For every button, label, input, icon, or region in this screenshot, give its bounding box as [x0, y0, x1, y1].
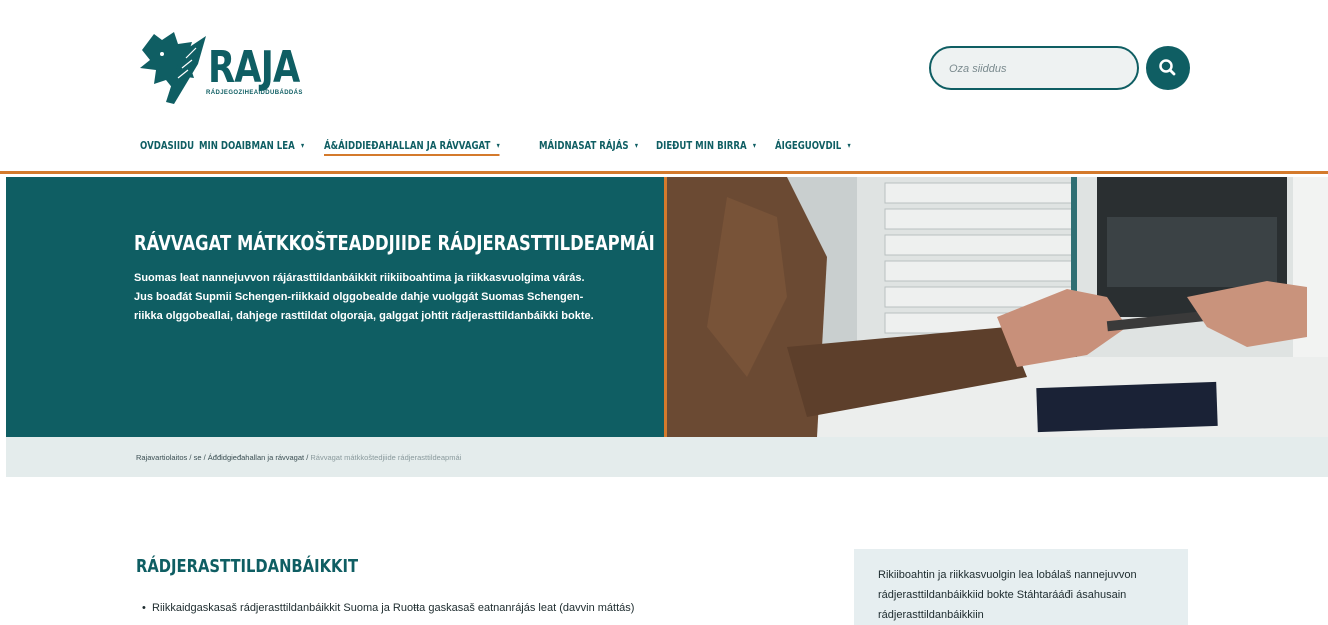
breadcrumb-link-section[interactable]: Áđđidgieđahallan ja rávvagat: [208, 453, 304, 462]
breadcrumb-link-home[interactable]: Rajavartiolaitos: [136, 453, 187, 462]
nav-label: DIEĐUT MIN BIRRA: [656, 138, 748, 152]
breadcrumb-link-language[interactable]: se: [194, 453, 202, 462]
breadcrumb-separator: /: [189, 453, 192, 462]
chevron-down-icon: ▾: [635, 140, 639, 150]
nav-label: MIN DOAIBMAN LEA: [199, 138, 296, 152]
nav-label: OVDASIIDU: [140, 138, 195, 152]
hero-description: Suomas leat nannejuvvon rájárasttildanbá…: [134, 272, 594, 322]
border-control-photo: [667, 177, 1328, 437]
breadcrumb-separator: /: [203, 453, 206, 462]
search-input[interactable]: [949, 60, 1119, 78]
nav-item-current[interactable]: ÁIGEGUOVDIL ▾: [775, 134, 851, 156]
info-sidebar: Rikiiboahtin ja riikkasvuolgin lea lobál…: [854, 549, 1188, 625]
logo-subtitle: RÁDJEGOZIHEAIDDUBÁDDÁS: [206, 90, 303, 96]
lynx-logo-icon: [140, 32, 206, 104]
list-item: Riikkaidgaskasaš rádjerasttildanbáikkit …: [142, 602, 634, 614]
chevron-down-icon: ▾: [496, 140, 500, 150]
chevron-down-icon: ▾: [753, 140, 757, 150]
chevron-down-icon: ▾: [301, 140, 305, 150]
hero-image: [664, 177, 1328, 437]
section-heading: RÁDJERASTTILDANBÁIKKIT: [136, 556, 359, 577]
breadcrumb: Rajavartiolaitos / se / Áđđidgieđahallan…: [6, 437, 1328, 477]
nav-item-home[interactable]: OVDASIIDU: [140, 134, 194, 156]
hero-text-panel: RÁVVAGAT MÁTKKOŠTEADDJIIDE RÁDJERASTTILD…: [6, 177, 664, 437]
nav-label: MÁIDNASAT RÁJÁS: [539, 138, 630, 152]
page-title: RÁVVAGAT MÁTKKOŠTEADDJIIDE RÁDJERASTTILD…: [134, 231, 655, 255]
nav-item-guidance[interactable]: Á&ÁIDDIEĐAHALLAN JA RÁVVAGAT ▾: [324, 138, 500, 156]
main-nav: OVDASIIDU MIN DOAIBMAN LEA ▾ Á&ÁIDDIEĐAHA…: [140, 134, 850, 156]
site-header: RAJA RÁDJEGOZIHEAIDDUBÁDDÁS OVDASIIDU MI…: [0, 0, 1328, 174]
chevron-down-icon: ▾: [847, 140, 851, 150]
site-logo[interactable]: RAJA RÁDJEGOZIHEAIDDUBÁDDÁS: [136, 28, 306, 106]
search-icon: [1159, 59, 1176, 76]
nav-item-about[interactable]: DIEĐUT MIN BIRRA ▾: [656, 134, 756, 156]
hero-banner: RÁVVAGAT MÁTKKOŠTEADDJIIDE RÁDJERASTTILD…: [6, 177, 1328, 437]
nav-item-my-work[interactable]: MIN DOAIBMAN LEA ▾: [199, 134, 304, 156]
breadcrumb-separator: /: [306, 453, 309, 462]
nav-label: ÁIGEGUOVDIL: [774, 138, 841, 152]
search-box: [929, 46, 1139, 90]
breadcrumb-trail: Rajavartiolaitos / se / Áđđidgieđahallan…: [136, 453, 461, 462]
nav-item-border-stories[interactable]: MÁIDNASAT RÁJÁS ▾: [539, 134, 638, 156]
sidebar-text: Rikiiboahtin ja riikkasvuolgin lea lobál…: [878, 569, 1137, 621]
search-button[interactable]: [1146, 46, 1190, 90]
nav-label: Á&ÁIDDIEĐAHALLAN JA RÁVVAGAT: [324, 138, 491, 152]
breadcrumb-current: Rávvagat mátkkoštedjiide rádjerasttildea…: [310, 453, 462, 462]
logo-wordmark: RAJA: [208, 42, 300, 93]
